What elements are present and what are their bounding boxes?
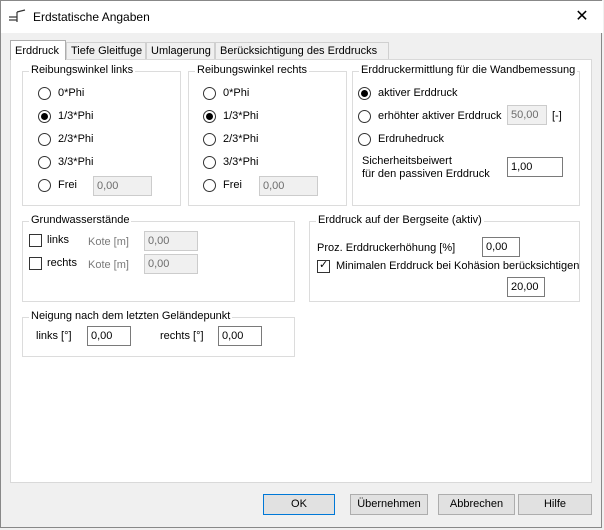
erhoeht-value-input[interactable]: 50,00	[507, 105, 547, 125]
radio-erdruhedruck[interactable]	[358, 133, 371, 146]
cancel-button[interactable]: Abbrechen	[438, 494, 515, 515]
kote-label: Kote [m]	[88, 236, 129, 248]
radio-label: 3/3*Phi	[223, 156, 259, 168]
window-title: Erdstatische Angaben	[33, 10, 150, 24]
symbol-icon	[9, 9, 26, 22]
radio-rechts-2-3phi[interactable]	[203, 133, 216, 146]
checkbox-label: rechts	[47, 257, 77, 269]
unit-label: [-]	[552, 110, 562, 122]
checkbox-label: links	[47, 234, 70, 246]
neigung-links-input[interactable]: 0,00	[87, 326, 131, 346]
radio-label: 1/3*Phi	[223, 110, 259, 122]
tab-erddruck[interactable]: Erddruck	[10, 40, 66, 60]
checkbox-label: Minimalen Erddruck bei Kohäsion berücksi…	[336, 260, 580, 272]
group-title: Grundwasserstände	[29, 214, 132, 226]
radio-links-2-3phi[interactable]	[38, 133, 51, 146]
apply-button[interactable]: Übernehmen	[350, 494, 428, 515]
help-button[interactable]: Hilfe	[518, 494, 592, 515]
tab-beruecksichtigung[interactable]: Berücksichtigung des Erddrucks	[215, 42, 389, 59]
sicherheit-label: Sicherheitsbeiwert	[362, 155, 452, 167]
sicherheitsbeiwert-input[interactable]: 1,00	[507, 157, 563, 177]
group-title: Reibungswinkel links	[29, 64, 136, 76]
ok-button[interactable]: OK	[263, 494, 335, 515]
group-title: Erddruck auf der Bergseite (aktiv)	[316, 214, 484, 226]
radio-rechts-1-3phi[interactable]	[203, 110, 216, 123]
kote-links-input[interactable]: 0,00	[144, 231, 198, 251]
radio-erhoehter-erddruck[interactable]	[358, 110, 371, 123]
checkbox-minimaler-erddruck[interactable]	[317, 259, 330, 273]
frei-links-input[interactable]: 0,00	[93, 176, 152, 196]
radio-label: 1/3*Phi	[58, 110, 94, 122]
checkbox-grundwasser-rechts[interactable]	[29, 257, 42, 270]
radio-links-3-3phi[interactable]	[38, 156, 51, 169]
radio-links-frei[interactable]	[38, 179, 51, 192]
checkbox-grundwasser-links[interactable]	[29, 234, 42, 247]
group-title: Neigung nach dem letzten Geländepunkt	[29, 310, 233, 322]
radio-rechts-frei[interactable]	[203, 179, 216, 192]
neigung-rechts-input[interactable]: 0,00	[218, 326, 262, 346]
minimaler-erddruck-input[interactable]: 20,00	[507, 277, 545, 297]
radio-label: 2/3*Phi	[58, 133, 94, 145]
radio-label: 0*Phi	[58, 87, 85, 99]
radio-label: Frei	[58, 179, 77, 191]
group-title: Erddruckermittlung für die Wandbemessung	[359, 64, 578, 76]
tab-tiefe-gleitfuge[interactable]: Tiefe Gleitfuge	[66, 42, 146, 59]
neigung-links-label: links [°]	[36, 330, 72, 342]
kote-rechts-input[interactable]: 0,00	[144, 254, 198, 274]
radio-links-1-3phi[interactable]	[38, 110, 51, 123]
radio-links-0phi[interactable]	[38, 87, 51, 100]
radio-rechts-3-3phi[interactable]	[203, 156, 216, 169]
group-title: Reibungswinkel rechts	[195, 64, 310, 76]
tab-umlagerung[interactable]: Umlagerung	[146, 42, 215, 59]
radio-label: Frei	[223, 179, 242, 191]
proz-erhoehung-input[interactable]: 0,00	[482, 237, 520, 257]
radio-label: 0*Phi	[223, 87, 250, 99]
radio-aktiver-erddruck[interactable]	[358, 87, 371, 100]
title-bar[interactable]: Erdstatische Angaben ✕	[1, 1, 603, 33]
radio-label: erhöhter aktiver Erddruck	[378, 110, 502, 122]
sicherheit-label-2: für den passiven Erddruck	[362, 168, 490, 180]
close-icon[interactable]: ✕	[571, 7, 593, 27]
radio-label: 2/3*Phi	[223, 133, 259, 145]
radio-rechts-0phi[interactable]	[203, 87, 216, 100]
neigung-rechts-label: rechts [°]	[160, 330, 204, 342]
radio-label: aktiver Erddruck	[378, 87, 458, 99]
radio-label: Erdruhedruck	[378, 133, 445, 145]
frei-rechts-input[interactable]: 0,00	[259, 176, 318, 196]
radio-label: 3/3*Phi	[58, 156, 94, 168]
proz-label: Proz. Erddruckerhöhung [%]	[317, 242, 456, 254]
kote-label: Kote [m]	[88, 259, 129, 271]
